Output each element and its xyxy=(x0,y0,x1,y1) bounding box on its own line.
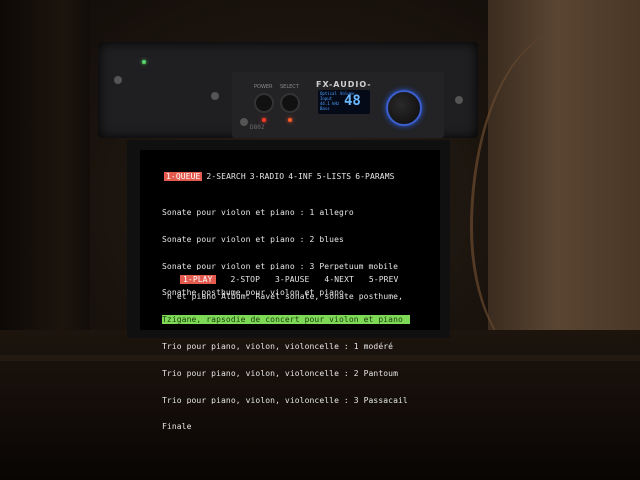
menu-item-queue[interactable]: 1-QUEUE xyxy=(164,172,203,181)
status-led-icon xyxy=(288,118,292,122)
menu-item-params[interactable]: 6-PARAMS xyxy=(355,172,394,181)
power-led-icon xyxy=(262,118,266,122)
now-playing-ticker: n et piano Album: Ravel sonate, sonate p… xyxy=(167,292,407,301)
screw-icon xyxy=(455,96,463,104)
prev-button[interactable]: 5-PREV xyxy=(369,275,399,284)
amp-volume-readout: 48 xyxy=(344,93,361,109)
queue-item[interactable]: Sonate pour violon et piano : 1 allegro xyxy=(162,208,410,217)
volume-knob[interactable] xyxy=(386,90,422,126)
menu-item-search[interactable]: 2-SEARCH xyxy=(206,172,245,181)
pause-button[interactable]: 3-PAUSE xyxy=(275,275,309,284)
queue-item-selected[interactable]: Tzigane, rapsodie de concert pour violon… xyxy=(162,315,410,324)
playback-controls: 1-PLAY 2-STOP 3-PAUSE 4-NEXT 5-PREV xyxy=(180,275,413,284)
select-label: SELECT xyxy=(280,84,299,90)
menu-item-radio[interactable]: 3-RADIO xyxy=(250,172,284,181)
screw-icon xyxy=(114,76,122,84)
standby-led-icon xyxy=(142,60,146,64)
power-label: POWER xyxy=(254,84,273,90)
door-frame xyxy=(0,0,90,360)
queue-item[interactable]: Trio pour piano, violon, violoncelle : 1… xyxy=(162,342,410,351)
stop-button[interactable]: 2-STOP xyxy=(231,275,261,284)
screw-icon xyxy=(240,118,248,126)
amp-model: D802 xyxy=(250,124,265,131)
next-button[interactable]: 4-NEXT xyxy=(324,275,354,284)
screw-icon xyxy=(211,92,219,100)
queue-item[interactable]: Finale xyxy=(162,422,410,431)
play-button[interactable]: 1-PLAY xyxy=(180,275,216,284)
menu-item-inf[interactable]: 4-INF xyxy=(288,172,313,181)
queue-item[interactable]: Trio pour piano, violon, violoncelle : 2… xyxy=(162,369,410,378)
queue-item[interactable]: Trio pour piano, violon, violoncelle : 3… xyxy=(162,396,410,405)
main-menu: 1-QUEUE 2-SEARCH 3-RADIO 4-INF 5-LISTS 6… xyxy=(164,172,399,181)
menu-item-lists[interactable]: 5-LISTS xyxy=(317,172,351,181)
amp-brand: FX-AUDIO- xyxy=(316,80,372,89)
amp-display-bass: Bass xyxy=(320,106,330,111)
queue-list: Sonate pour violon et piano : 1 allegro … xyxy=(162,190,410,440)
queue-item[interactable]: Sonate pour violon et piano : 3 Perpetuu… xyxy=(162,262,410,271)
select-knob[interactable] xyxy=(280,93,300,113)
queue-item[interactable]: Sonate pour violon et piano : 2 blues xyxy=(162,235,410,244)
power-knob[interactable] xyxy=(254,93,274,113)
